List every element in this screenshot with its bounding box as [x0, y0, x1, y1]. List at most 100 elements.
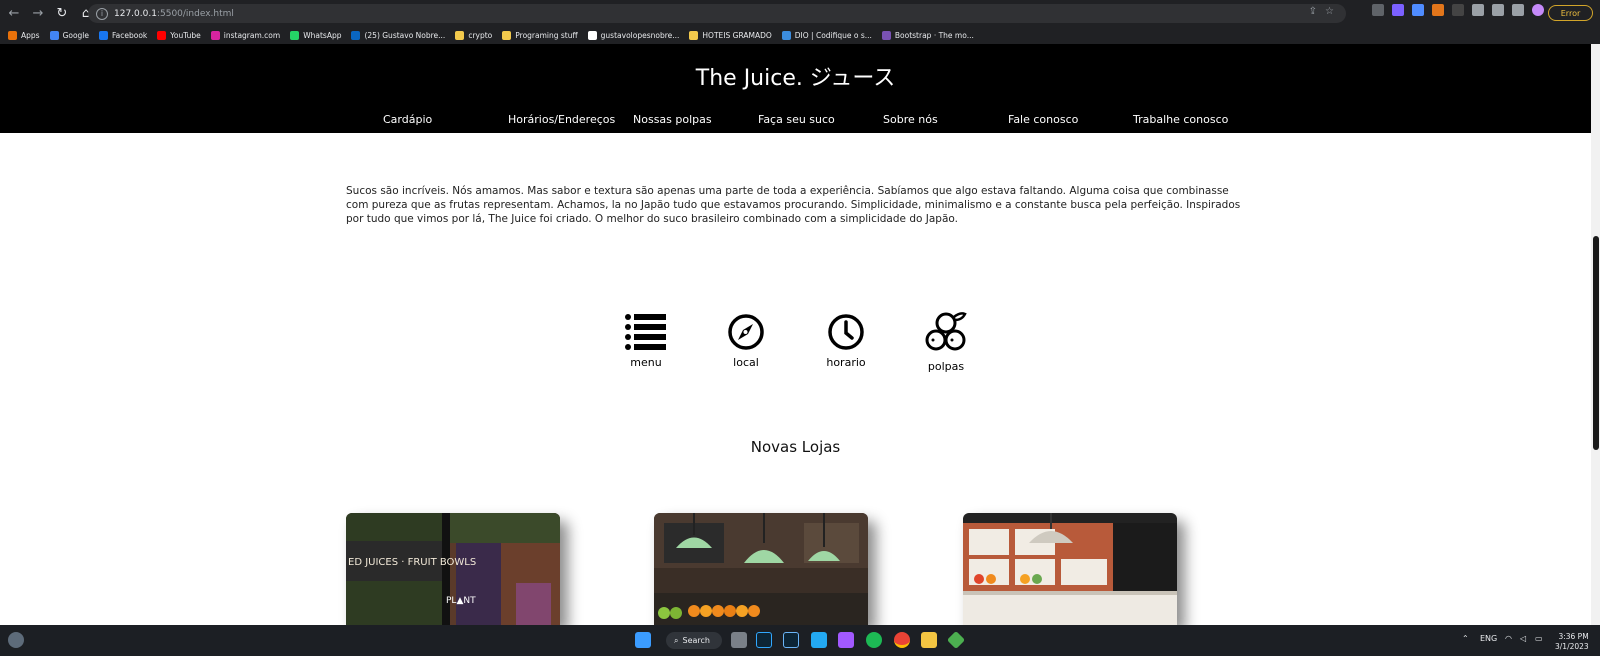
feature-label: local — [733, 356, 759, 369]
compass-icon — [728, 314, 764, 350]
bookmark-label: instagram.com — [223, 30, 281, 40]
bookmark-label: Bootstrap · The mo... — [894, 30, 974, 40]
store-logo: PL▲NT — [446, 596, 476, 606]
battery-icon[interactable]: ▭ — [1535, 634, 1543, 643]
bookmark-item[interactable]: (25) Gustavo Nobre... — [351, 30, 445, 40]
chrome-icon[interactable] — [894, 632, 910, 648]
nav-horarios[interactable]: Horários/Endereços — [508, 113, 615, 126]
spotify-icon[interactable] — [866, 632, 882, 648]
bookmark-favicon-icon — [290, 30, 300, 40]
file-explorer-icon[interactable] — [921, 632, 937, 648]
intro-paragraph: Sucos são incríveis. Nós amamos. Mas sab… — [346, 185, 1241, 225]
store-card[interactable] — [963, 513, 1177, 625]
bookmark-favicon-icon — [351, 30, 361, 40]
vscode-icon[interactable] — [811, 632, 827, 648]
bookmark-item[interactable]: Apps — [8, 30, 40, 40]
bookmark-favicon-icon — [689, 30, 699, 40]
bookmark-favicon-icon — [587, 30, 597, 40]
bookmark-star-icon[interactable]: ☆ — [1325, 6, 1334, 17]
section-title-novas-lojas: Novas Lojas — [750, 438, 841, 456]
store-photo — [963, 513, 1177, 625]
bookmark-favicon-icon — [8, 30, 17, 40]
site-title: The Juice. ジュース — [695, 66, 896, 91]
list-icon — [625, 314, 666, 350]
feature-label: menu — [630, 356, 662, 369]
bookmark-label: HOTEIS GRAMADO — [702, 30, 772, 40]
nav-trabalhe-conosco[interactable]: Trabalhe conosco — [1133, 113, 1228, 126]
extension-icon[interactable] — [1452, 4, 1464, 16]
bookmark-label: WhatsApp — [303, 30, 342, 40]
extensions-area — [1372, 4, 1544, 16]
search-icon: ⌕ — [674, 635, 679, 645]
scrollbar-thumb[interactable] — [1593, 236, 1599, 450]
bookmark-item[interactable]: Facebook — [99, 30, 147, 40]
extension-icon[interactable] — [1392, 4, 1404, 16]
volume-icon[interactable]: ◁ — [1520, 634, 1526, 643]
language-indicator[interactable]: ENG — [1480, 634, 1497, 643]
site-header: The Juice. ジュース Cardápio Horários/Endere… — [0, 44, 1591, 133]
bookmark-label: Programing stuff — [515, 30, 578, 40]
address-bar[interactable]: i 127.0.0.1:5500/index.html ⇪ ☆ — [88, 4, 1346, 23]
bookmark-item[interactable]: WhatsApp — [290, 30, 342, 40]
nav-sobre-nos[interactable]: Sobre nós — [883, 113, 938, 126]
nav-faca-seu-suco[interactable]: Faça seu suco — [758, 113, 835, 126]
store-photo — [654, 513, 868, 625]
tray-chevron-icon[interactable]: ⌃ — [1462, 634, 1469, 643]
bookmark-favicon-icon — [502, 30, 512, 40]
forward-icon[interactable]: → — [28, 3, 48, 23]
bookmark-favicon-icon — [157, 30, 167, 40]
feature-menu[interactable]: menu — [606, 312, 686, 369]
figma-icon[interactable] — [838, 632, 854, 648]
feature-local[interactable]: local — [706, 312, 786, 369]
widgets-icon[interactable] — [8, 632, 24, 648]
app-icon[interactable] — [946, 630, 966, 650]
url-text: 127.0.0.1:5500/index.html — [114, 8, 234, 19]
metamask-icon[interactable] — [1432, 4, 1444, 16]
bookmark-favicon-icon — [99, 30, 109, 40]
store-sign: ED JUICES · FRUIT BOWLS — [348, 557, 476, 568]
store-photo: ED JUICES · FRUIT BOWLS PL▲NT — [346, 513, 560, 625]
feature-polpas[interactable]: polpas — [906, 310, 986, 373]
nav-cardapio[interactable]: Cardápio — [383, 113, 432, 126]
bookmark-item[interactable]: HOTEIS GRAMADO — [689, 30, 772, 40]
system-clock[interactable]: 3:36 PM 3/1/2023 — [1555, 632, 1589, 652]
reload-icon[interactable]: ↻ — [52, 3, 72, 23]
share-icon[interactable]: ⇪ — [1309, 6, 1317, 17]
clock-icon — [828, 314, 864, 350]
bookmark-item[interactable]: Programing stuff — [502, 30, 578, 40]
nav-fale-conosco[interactable]: Fale conosco — [1008, 113, 1078, 126]
reading-list-icon[interactable] — [1492, 4, 1504, 16]
taskbar-search[interactable]: ⌕ Search — [666, 632, 722, 649]
extension-icon[interactable] — [1412, 4, 1424, 16]
wifi-icon[interactable]: ◠ — [1505, 634, 1512, 643]
windows-start-icon[interactable] — [635, 632, 651, 648]
bookmark-item[interactable]: DIO | Codifique o s... — [781, 30, 872, 40]
photoshop-icon[interactable] — [756, 632, 772, 648]
extension-icon[interactable] — [1372, 4, 1384, 16]
bookmark-label: Apps — [21, 30, 40, 40]
bookmark-label: YouTube — [170, 30, 201, 40]
profile-avatar-icon[interactable] — [1532, 4, 1544, 16]
site-info-icon[interactable]: i — [96, 7, 108, 20]
error-badge[interactable]: Error — [1548, 5, 1593, 21]
sidebar-icon[interactable] — [1512, 4, 1524, 16]
bookmarks-bar: Apps Google Facebook YouTube instagram.com Wh… — [0, 26, 1600, 44]
bookmark-item[interactable]: instagram.com — [210, 30, 281, 40]
task-view-icon[interactable] — [731, 632, 747, 648]
lightroom-icon[interactable] — [783, 632, 799, 648]
store-card[interactable]: ED JUICES · FRUIT BOWLS PL▲NT — [346, 513, 560, 625]
bookmark-item[interactable]: Bootstrap · The mo... — [881, 30, 974, 40]
bookmark-favicon-icon — [49, 30, 59, 40]
store-card[interactable] — [654, 513, 868, 625]
puzzle-icon[interactable] — [1472, 4, 1484, 16]
feature-horario[interactable]: horario — [806, 312, 886, 369]
bookmark-item[interactable]: YouTube — [157, 30, 201, 40]
browser-toolbar: ← → ↻ ⌂ i 127.0.0.1:5500/index.html ⇪ ☆ … — [0, 0, 1600, 26]
bookmark-label: DIO | Codifique o s... — [794, 30, 872, 40]
bookmark-label: gustavolopesnobre... — [600, 30, 680, 40]
bookmark-item[interactable]: Google — [49, 30, 89, 40]
back-icon[interactable]: ← — [4, 3, 24, 23]
bookmark-item[interactable]: crypto — [455, 30, 492, 40]
bookmark-item[interactable]: gustavolopesnobre... — [587, 30, 680, 40]
nav-polpas[interactable]: Nossas polpas — [633, 113, 712, 126]
